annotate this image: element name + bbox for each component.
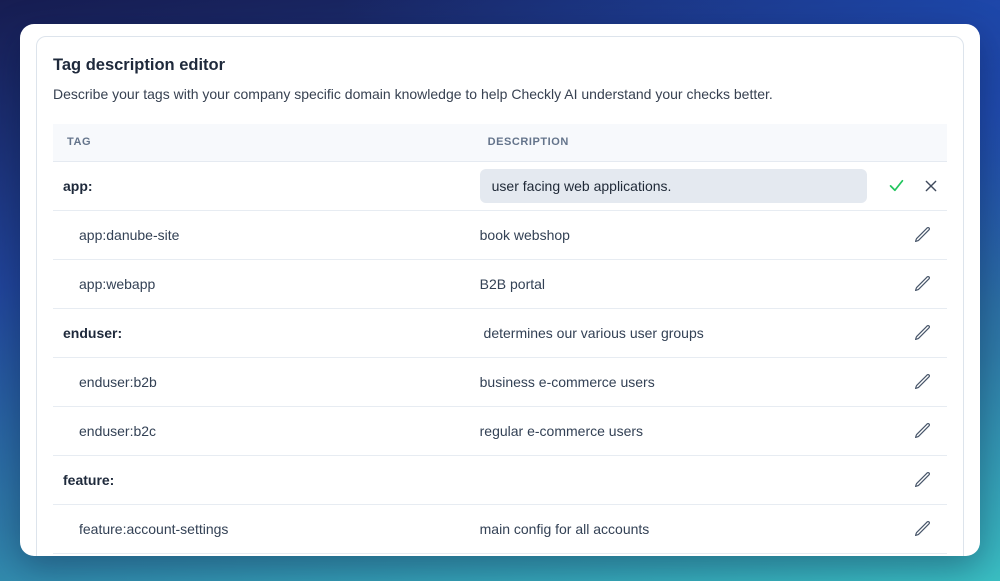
table-row: app:webapp B2B portal	[53, 259, 947, 309]
cancel-button[interactable]	[921, 176, 941, 196]
table-row: app:danube-site book webshop	[53, 210, 947, 260]
edit-button[interactable]	[912, 420, 933, 441]
edit-button[interactable]	[912, 224, 933, 245]
table-row: feature:	[53, 455, 947, 505]
description-label: B2B portal	[479, 275, 546, 292]
tag-editor-card: Tag description editor Describe your tag…	[20, 24, 980, 556]
tag-label: feature:	[63, 471, 115, 488]
confirm-button[interactable]	[885, 174, 908, 197]
page-subtitle: Describe your tags with your company spe…	[53, 85, 773, 102]
tag-label: app:	[63, 177, 93, 194]
table-row: enduser:b2b business e-commerce users	[53, 357, 947, 407]
tag-label: enduser:b2c	[79, 422, 157, 439]
table-row: enduser:b2c regular e-commerce users	[53, 406, 947, 456]
description-label: business e-commerce users	[479, 373, 655, 390]
edit-button[interactable]	[912, 273, 933, 294]
description-input[interactable]	[479, 168, 867, 203]
column-header-description: DESCRIPTION	[487, 136, 569, 149]
table-row-editing: app:	[53, 161, 947, 211]
tag-label: enduser:b2b	[79, 373, 157, 390]
pencil-icon	[914, 276, 930, 292]
table-body: app: app:danube-site book webshop	[53, 161, 947, 554]
tag-label: enduser:	[63, 324, 123, 341]
table-row: feature:account-settings main config for…	[53, 504, 947, 554]
table-row: enduser: determines our various user gro…	[53, 308, 947, 358]
tag-table: TAG DESCRIPTION app: user facing web app…	[53, 123, 947, 554]
pencil-icon	[914, 374, 930, 390]
table-header-row: TAG DESCRIPTION	[53, 123, 947, 162]
edit-button[interactable]	[912, 469, 933, 490]
description-label: main config for all accounts	[479, 520, 650, 537]
tag-label: app:danube-site	[79, 226, 180, 243]
x-icon	[925, 180, 937, 192]
edit-button[interactable]	[912, 518, 933, 539]
description-label: regular e-commerce users	[479, 422, 644, 439]
tag-editor-panel: Tag description editor Describe your tag…	[36, 36, 964, 556]
tag-label: feature:account-settings	[79, 520, 229, 537]
edit-button[interactable]	[912, 322, 933, 343]
page-title: Tag description editor	[53, 56, 226, 74]
pencil-icon	[914, 325, 930, 341]
check-icon	[889, 180, 904, 192]
column-header-tag: TAG	[67, 136, 92, 149]
tag-label: app:webapp	[79, 275, 156, 292]
description-label: book webshop	[479, 226, 570, 243]
pencil-icon	[914, 521, 930, 537]
pencil-icon	[914, 227, 930, 243]
description-label: determines our various user groups	[479, 324, 704, 341]
edit-button[interactable]	[912, 371, 933, 392]
pencil-icon	[914, 423, 930, 439]
pencil-icon	[914, 472, 930, 488]
